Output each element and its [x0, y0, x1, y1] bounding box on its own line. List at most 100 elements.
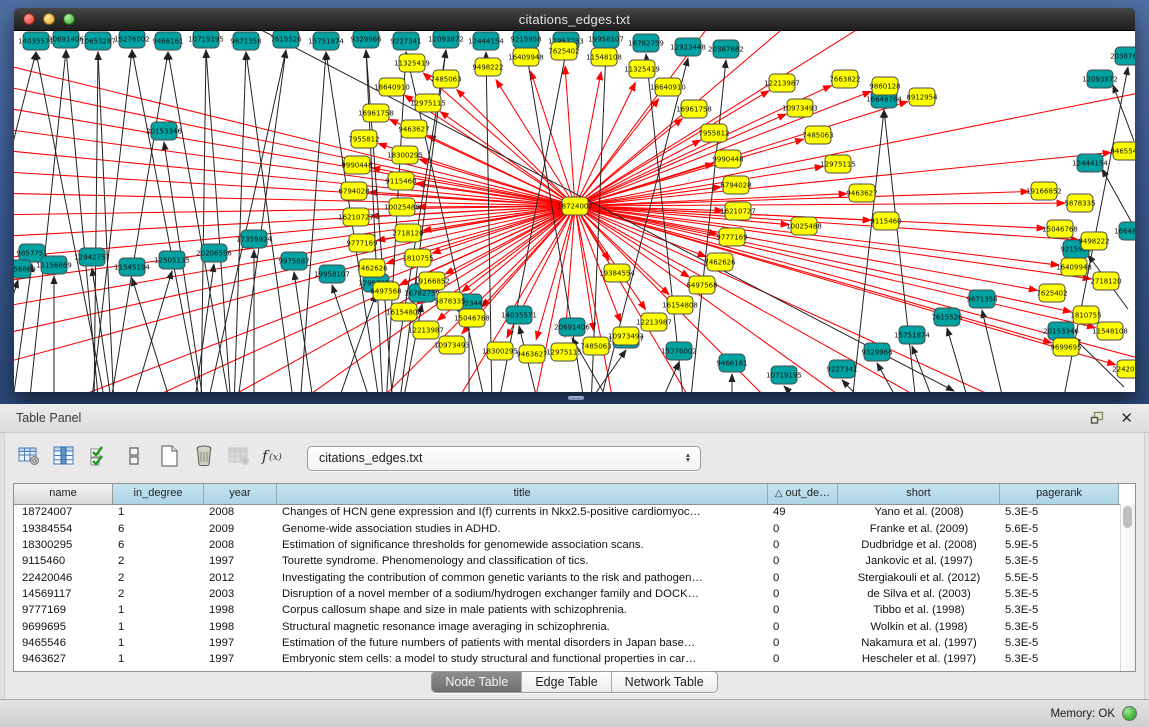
network-node[interactable]: 9671358: [230, 32, 261, 50]
network-node[interactable]: 9463627: [398, 120, 429, 138]
network-node[interactable]: 17359924: [236, 230, 272, 248]
network-edge[interactable]: [423, 73, 575, 206]
network-edge[interactable]: [947, 328, 969, 392]
network-node[interactable]: 15276002: [114, 31, 150, 48]
network-edge[interactable]: [575, 206, 594, 331]
network-node[interactable]: 12444154: [468, 32, 504, 50]
function-builder-button[interactable]: f(x): [260, 445, 288, 472]
table-row[interactable]: 1938455462009Genome-wide association stu…: [14, 520, 1121, 536]
tab-network-table[interactable]: Network Table: [611, 672, 717, 692]
network-node[interactable]: 7625402: [1036, 284, 1067, 302]
network-node[interactable]: 16782759: [628, 34, 664, 52]
select-all-checks-button[interactable]: [85, 445, 113, 472]
network-node[interactable]: 6497568: [370, 282, 401, 300]
network-node[interactable]: 20691406: [554, 318, 590, 336]
network-edge[interactable]: [575, 206, 1091, 279]
network-node[interactable]: 12975115: [410, 94, 446, 112]
network-edge[interactable]: [132, 278, 172, 392]
network-node[interactable]: 7485063: [430, 70, 461, 88]
network-node[interactable]: 20691406: [48, 31, 84, 48]
network-edge[interactable]: [982, 310, 1004, 392]
column-header-year[interactable]: year: [204, 484, 277, 504]
table-row[interactable]: 1830029562008Estimation of significance …: [14, 537, 1121, 553]
column-header-in_degree[interactable]: in_degree: [113, 484, 204, 504]
network-edge[interactable]: [575, 206, 1095, 328]
network-node[interactable]: 15046768: [454, 309, 490, 327]
pane-splitter[interactable]: [0, 392, 1149, 404]
network-node[interactable]: 9465546: [1110, 142, 1135, 160]
column-header-title[interactable]: title: [277, 484, 768, 504]
network-node[interactable]: 6497568: [686, 276, 717, 294]
network-edge[interactable]: [575, 206, 934, 392]
network-node[interactable]: 9329966: [350, 31, 382, 48]
network-edge[interactable]: [575, 139, 804, 206]
network-node[interactable]: 10653287: [80, 32, 116, 50]
network-node[interactable]: 19958107: [314, 265, 350, 283]
column-header-name[interactable]: name: [14, 484, 113, 504]
network-node[interactable]: 16409948: [508, 48, 544, 66]
row-height-button[interactable]: [120, 445, 148, 472]
network-node[interactable]: 7955812: [348, 130, 379, 148]
network-node[interactable]: 5878335: [434, 292, 465, 310]
network-node[interactable]: 7625402: [548, 42, 579, 60]
network-node[interactable]: 15276002: [661, 342, 697, 360]
scrollbar-thumb[interactable]: [1123, 506, 1132, 528]
column-header-short[interactable]: short: [838, 484, 1000, 504]
column-header-pagerank[interactable]: pagerank: [1000, 484, 1119, 504]
network-edge[interactable]: [194, 264, 214, 392]
network-node[interactable]: 11545194: [114, 258, 150, 276]
network-edge[interactable]: [912, 346, 934, 392]
network-node[interactable]: 9777169: [716, 228, 747, 246]
network-node[interactable]: 11548108: [586, 48, 622, 66]
network-node[interactable]: 12093872: [1082, 70, 1118, 88]
table-row[interactable]: 977716911998Corpus callosum shape and si…: [14, 602, 1121, 618]
delete-table-button[interactable]: [190, 445, 218, 472]
network-node[interactable]: 9466161: [716, 354, 747, 372]
table-selector-dropdown[interactable]: citations_edges.txt▲▼: [307, 446, 701, 471]
network-node[interactable]: 12213987: [636, 313, 672, 331]
network-node[interactable]: 19166852: [414, 272, 450, 290]
network-node[interactable]: 15046768: [1042, 220, 1078, 238]
network-node[interactable]: 18640910: [650, 78, 686, 96]
close-panel-button[interactable]: ✕: [1120, 409, 1133, 427]
network-node[interactable]: 12923448: [670, 38, 706, 56]
memory-indicator[interactable]: Memory: OK: [1050, 706, 1137, 721]
table-row[interactable]: 969969511998Structural magnetic resonanc…: [14, 618, 1121, 634]
new-table-button[interactable]: [155, 445, 183, 472]
network-edge[interactable]: [14, 105, 575, 206]
network-node[interactable]: 18640910: [374, 78, 410, 96]
network-node[interactable]: 10973493: [434, 336, 470, 354]
network-node[interactable]: 7462626: [356, 259, 388, 277]
network-node[interactable]: 9115460: [870, 212, 901, 230]
network-window-titlebar[interactable]: citations_edges.txt: [14, 8, 1135, 31]
table-row[interactable]: 2242004622012Investigating the contribut…: [14, 569, 1121, 585]
network-edge[interactable]: [54, 206, 575, 392]
network-node[interactable]: 16154808: [386, 303, 422, 321]
network-node[interactable]: 10719195: [188, 31, 224, 48]
network-node[interactable]: 9990448: [712, 150, 743, 168]
network-edge[interactable]: [98, 52, 114, 392]
network-node[interactable]: 7955812: [698, 124, 729, 142]
network-node[interactable]: 7485063: [802, 126, 833, 144]
tab-node-table[interactable]: Node Table: [432, 672, 521, 692]
network-node[interactable]: 12975115: [546, 343, 582, 361]
network-node[interactable]: 2718120: [1090, 272, 1121, 290]
table-row[interactable]: 1872400712008Changes of HCN gene express…: [14, 504, 1121, 520]
network-canvas[interactable]: 1403557120691406106532871527600294661611…: [14, 31, 1135, 392]
network-edge[interactable]: [234, 52, 246, 392]
splitter-grip[interactable]: [568, 396, 584, 400]
network-node[interactable]: 19958107: [588, 31, 624, 48]
network-node[interactable]: 9498222: [1078, 232, 1109, 250]
network-node[interactable]: 12213987: [408, 321, 444, 339]
network-node[interactable]: 16154808: [662, 296, 698, 314]
network-node[interactable]: 7615526: [931, 308, 963, 326]
network-edge[interactable]: [531, 71, 575, 206]
table-settings-button[interactable]: [15, 445, 43, 472]
network-node[interactable]: 16409948: [1056, 258, 1092, 276]
network-node[interactable]: 12975115: [820, 155, 856, 173]
network-node[interactable]: 9975887: [278, 252, 309, 270]
network-edge[interactable]: [14, 52, 36, 392]
network-node[interactable]: 10973493: [782, 99, 818, 117]
network-edge[interactable]: [110, 52, 168, 392]
network-node[interactable]: 20387682: [708, 40, 744, 58]
